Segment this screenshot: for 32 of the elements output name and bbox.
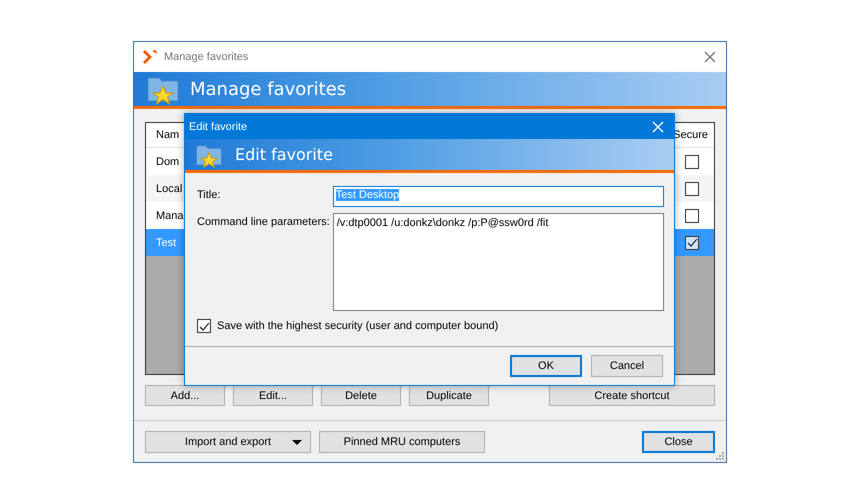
dropdown-button[interactable]: Import and export xyxy=(145,431,311,453)
checkbox[interactable] xyxy=(685,154,699,168)
dialog-button[interactable]: Cancel xyxy=(591,355,663,377)
parameters-field[interactable]: /v:dtp0001 /u:donkz\donkz /p:P@ssw0rd /fit xyxy=(332,213,664,311)
checkbox[interactable] xyxy=(685,236,699,250)
caret-icon xyxy=(292,440,302,446)
resize-grip-icon[interactable] xyxy=(716,452,724,460)
checkbox[interactable] xyxy=(197,319,211,333)
dialog-button[interactable]: OK xyxy=(510,355,582,377)
dialog-title: Edit favorite xyxy=(189,120,248,132)
list-button[interactable]: Edit... xyxy=(233,385,313,406)
table-cell-text: Local xyxy=(155,182,182,194)
banner-title: Edit favorite xyxy=(235,145,333,164)
app-logo-icon xyxy=(142,49,158,65)
table-cell-text: Mana xyxy=(155,210,184,222)
checkbox-label: Save with the highest security (user and computer bound) xyxy=(217,320,498,332)
checkbox[interactable] xyxy=(685,182,699,196)
column-header[interactable]: Nam xyxy=(146,129,180,141)
window-title: Manage favorites xyxy=(164,51,250,63)
list-button[interactable]: Delete xyxy=(321,385,401,406)
list-button[interactable]: Create shortcut xyxy=(549,385,715,406)
list-button[interactable]: Duplicate xyxy=(409,385,489,406)
field-label: Command line parameters: xyxy=(197,215,331,228)
pinned-button[interactable]: Pinned MRU computers xyxy=(319,431,485,453)
checkbox[interactable] xyxy=(685,208,699,222)
close-icon[interactable] xyxy=(704,51,716,63)
field-label: Title: xyxy=(197,188,222,201)
close-button[interactable]: Close xyxy=(642,431,715,453)
table-cell-text: Test xyxy=(155,236,176,248)
table-cell-text: Dom xyxy=(155,156,180,168)
banner-title: Manage favorites xyxy=(190,78,346,100)
list-button[interactable]: Add... xyxy=(145,385,225,406)
